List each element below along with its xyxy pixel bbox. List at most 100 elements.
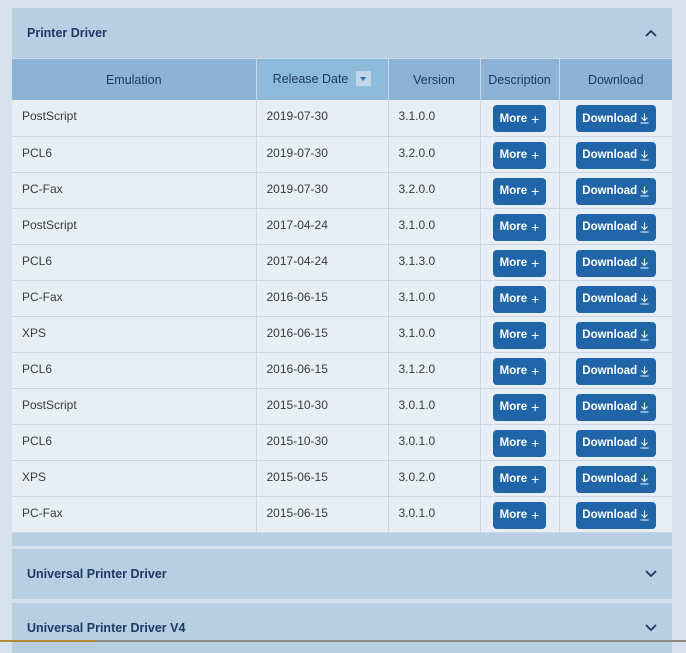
download-arrow-icon [640, 186, 649, 197]
download-button[interactable]: Download [575, 501, 656, 529]
panel-title: Printer Driver [27, 26, 107, 40]
plus-icon: + [531, 291, 540, 307]
plus-icon: + [531, 471, 540, 487]
more-label: More [499, 329, 528, 341]
download-arrow-icon [640, 150, 649, 161]
download-button[interactable]: Download [575, 465, 656, 493]
emulation-cell: PCL6 [12, 244, 257, 281]
download-button[interactable]: Download [575, 213, 656, 241]
download-cell: Download [559, 244, 672, 281]
column-label: Emulation [105, 72, 162, 87]
more-label: More [499, 221, 528, 233]
table-row: PCL6 2016-06-15 3.1.2.0 More + Download [12, 352, 672, 389]
table-header-row: Emulation Release Date Version Descripti… [12, 58, 672, 100]
emulation-cell: PCL6 [12, 136, 257, 173]
download-arrow-icon [640, 113, 649, 124]
emulation-cell: XPS [12, 460, 257, 497]
download-label: Download [582, 257, 638, 269]
column-header-emulation[interactable]: Emulation [12, 58, 257, 100]
column-header-description: Description [480, 58, 560, 100]
plus-icon: + [531, 255, 540, 271]
sort-descending-icon[interactable] [356, 71, 372, 87]
more-label: More [499, 293, 528, 305]
download-label: Download [582, 185, 638, 197]
plus-icon: + [531, 507, 540, 523]
description-cell: More + [480, 388, 560, 425]
download-cell: Download [559, 280, 672, 317]
description-cell: More + [480, 100, 560, 137]
plus-icon: + [531, 363, 540, 379]
panel-universal-printer-driver-v4: Universal Printer Driver V4 [12, 603, 672, 653]
chevron-down-icon[interactable] [644, 621, 658, 635]
download-label: Download [582, 112, 638, 125]
emulation-cell: PCL6 [12, 424, 257, 461]
more-label: More [499, 257, 528, 269]
download-cell: Download [559, 100, 672, 137]
version-cell: 3.0.2.0 [388, 460, 481, 497]
release-date-cell: 2019-07-30 [256, 100, 389, 137]
more-button[interactable]: More + [493, 249, 546, 277]
more-button[interactable]: More + [493, 105, 546, 132]
description-cell: More + [480, 136, 560, 173]
download-button[interactable]: Download [575, 321, 656, 349]
download-button[interactable]: Download [575, 249, 656, 277]
download-cell: Download [559, 208, 672, 245]
plus-icon: + [531, 110, 540, 127]
plus-icon: + [531, 183, 540, 199]
column-header-release-date[interactable]: Release Date [256, 58, 389, 100]
download-button[interactable]: Download [575, 357, 656, 385]
download-button[interactable]: Download [575, 285, 656, 313]
emulation-cell: PC-Fax [12, 280, 257, 317]
download-button[interactable]: Download [575, 141, 656, 169]
table-row: PCL6 2015-10-30 3.0.1.0 More + Download [12, 424, 672, 461]
panel-header-universal-printer-driver-v4[interactable]: Universal Printer Driver V4 [12, 603, 672, 653]
description-cell: More + [480, 280, 560, 317]
chevron-down-icon[interactable] [644, 567, 658, 581]
more-label: More [499, 112, 528, 125]
plus-icon: + [531, 399, 540, 415]
description-cell: More + [480, 352, 560, 389]
more-button[interactable]: More + [493, 357, 546, 385]
more-button[interactable]: More + [493, 429, 546, 457]
version-cell: 3.0.1.0 [388, 496, 481, 533]
more-button[interactable]: More + [493, 141, 546, 169]
version-cell: 3.1.0.0 [388, 316, 481, 353]
table-row: PCL6 2019-07-30 3.2.0.0 More + Download [12, 136, 672, 173]
more-label: More [499, 401, 528, 413]
more-button[interactable]: More + [493, 177, 546, 205]
more-button[interactable]: More + [493, 393, 546, 421]
plus-icon: + [531, 435, 540, 451]
table-row: PostScript 2019-07-30 3.1.0.0 More + Download [12, 100, 672, 137]
more-button[interactable]: More + [493, 465, 546, 493]
more-button[interactable]: More + [493, 501, 546, 529]
more-label: More [499, 185, 528, 197]
download-cell: Download [559, 172, 672, 209]
release-date-cell: 2016-06-15 [256, 352, 389, 389]
download-button[interactable]: Download [575, 429, 656, 457]
panel-header-universal-printer-driver[interactable]: Universal Printer Driver [12, 549, 672, 599]
download-arrow-icon [640, 438, 649, 449]
table-row: PostScript 2017-04-24 3.1.0.0 More + Download [12, 208, 672, 245]
download-button[interactable]: Download [575, 177, 656, 205]
column-label: Release Date [272, 71, 349, 86]
description-cell: More + [480, 460, 560, 497]
description-cell: More + [480, 496, 560, 533]
column-label: Version [413, 72, 455, 87]
more-button[interactable]: More + [493, 213, 546, 241]
more-button[interactable]: More + [493, 321, 546, 349]
column-header-version[interactable]: Version [388, 58, 481, 100]
description-cell: More + [480, 172, 560, 209]
version-cell: 3.2.0.0 [388, 136, 481, 173]
panel-printer-driver: Printer Driver Emulation Release Date Ve… [12, 8, 672, 546]
download-button[interactable]: Download [575, 393, 656, 421]
version-cell: 3.1.0.0 [388, 100, 481, 137]
description-cell: More + [480, 316, 560, 353]
download-button[interactable]: Download [575, 105, 656, 132]
panel-header-printer-driver[interactable]: Printer Driver [12, 8, 672, 58]
download-cell: Download [559, 424, 672, 461]
more-label: More [499, 149, 528, 161]
table-row: XPS 2015-06-15 3.0.2.0 More + Download [12, 460, 672, 497]
description-cell: More + [480, 424, 560, 461]
more-button[interactable]: More + [493, 285, 546, 313]
chevron-up-icon[interactable] [644, 26, 658, 40]
